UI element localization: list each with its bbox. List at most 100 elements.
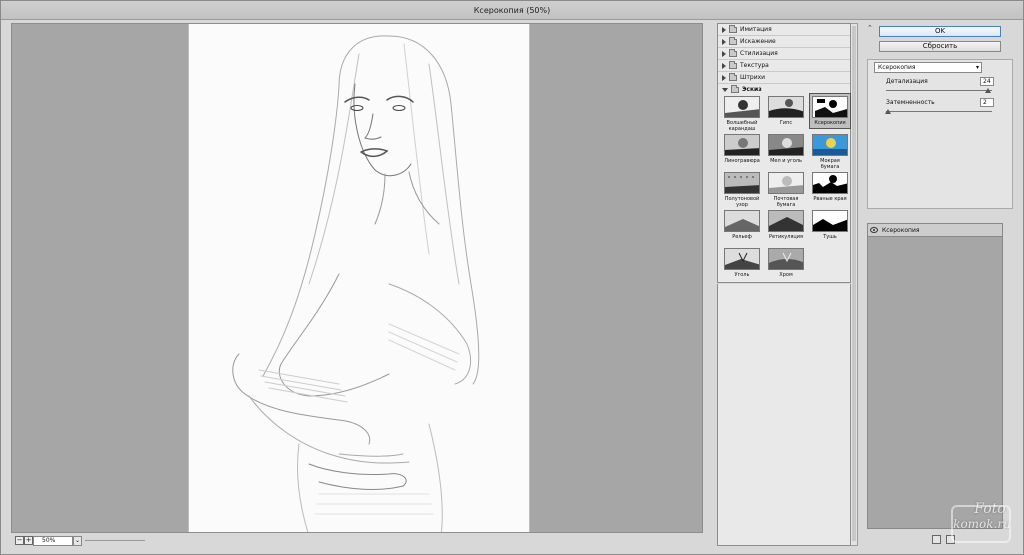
preview-canvas[interactable] — [188, 24, 530, 532]
filter-thumbnail[interactable]: Полутоновой узор — [722, 170, 762, 210]
filter-thumbnail[interactable]: Рваные края — [810, 170, 850, 204]
eye-icon[interactable] — [870, 227, 878, 233]
effect-layer-name: Ксерокопия — [882, 227, 920, 234]
filter-thumbnail-label: Тушь — [823, 234, 837, 240]
folder-icon — [729, 72, 737, 81]
filter-thumbnail-frame[interactable]: Волшебный карандаш — [722, 94, 762, 134]
filter-thumbnail-label: Мел и уголь — [770, 158, 802, 164]
darkness-label: Затемненность — [886, 99, 935, 106]
filter-preview-image — [768, 210, 804, 232]
zoom-out-button[interactable]: − — [15, 536, 24, 545]
collapse-arrow-icon — [722, 88, 728, 92]
filter-thumbnail-label: Мокрая бумага — [820, 158, 840, 170]
category-label: Текстура — [740, 61, 769, 69]
expand-arrow-icon — [722, 38, 726, 45]
filter-preview-image — [812, 172, 848, 194]
filter-thumbnail[interactable]: Гипс — [766, 94, 806, 128]
category-stylize[interactable]: Стилизация — [718, 48, 850, 60]
filter-thumbnail-frame[interactable]: Линогравюра — [722, 132, 762, 166]
scrollbar-thumb[interactable] — [852, 26, 856, 541]
filter-preview-image — [724, 248, 760, 270]
category-label: Стилизация — [740, 49, 778, 57]
zoom-field[interactable]: 50% — [33, 536, 73, 546]
filter-preview-image — [724, 210, 760, 232]
sketch-portrait — [232, 35, 480, 532]
filter-preview-image — [724, 172, 760, 194]
folder-icon — [729, 24, 737, 33]
filter-thumbnail-frame[interactable]: Уголь — [722, 246, 762, 280]
folder-icon — [729, 60, 737, 69]
filter-thumbnail[interactable]: Линогравюра — [722, 132, 762, 166]
filter-preview-image — [724, 134, 760, 156]
settings-panel: ⌃ OK Сбросить Ксерокопия ▾ Детализация 2… — [863, 23, 1013, 546]
filter-preview-image — [768, 248, 804, 270]
filter-thumbnail-frame[interactable]: Тушь — [810, 208, 850, 242]
reset-button[interactable]: Сбросить — [879, 41, 1001, 52]
effect-layer-row[interactable]: Ксерокопия — [868, 224, 1002, 237]
chevron-down-icon: ▾ — [975, 64, 979, 71]
expand-arrow-icon — [722, 50, 726, 57]
filter-thumbnail[interactable]: Тушь — [810, 208, 850, 242]
filter-select[interactable]: Ксерокопия ▾ — [874, 62, 982, 73]
collapse-panel-icon[interactable]: ⌃ — [867, 25, 873, 32]
new-layer-icon[interactable] — [932, 535, 941, 544]
category-texture[interactable]: Текстура — [718, 60, 850, 72]
filter-thumbnail[interactable]: Хром — [766, 246, 806, 280]
category-label: Имитация — [740, 25, 772, 33]
preview-statusbar: − + 50% ⌄ — [11, 535, 703, 547]
filter-thumbnail[interactable]: Ксерокопия — [809, 93, 851, 129]
ok-button[interactable]: OK — [879, 26, 1001, 37]
filter-thumbnail[interactable]: Почтовая бумага — [766, 170, 806, 210]
filter-preview-image — [812, 134, 848, 156]
filter-thumbnail-label: Гипс — [779, 120, 793, 126]
filter-preview-image — [768, 172, 804, 194]
filter-preview-image — [768, 134, 804, 156]
category-strokes[interactable]: Штрихи — [718, 72, 850, 84]
detail-label: Детализация — [886, 78, 928, 85]
filter-thumbnail-frame[interactable]: Рельеф — [722, 208, 762, 242]
filter-thumbnail[interactable]: Ретикуляция — [766, 208, 806, 242]
folder-icon — [729, 48, 737, 57]
folder-icon — [729, 36, 737, 45]
detail-input[interactable]: 24 — [980, 77, 994, 86]
filter-preview-image — [812, 96, 848, 118]
expand-arrow-icon — [722, 62, 726, 69]
camera-icon — [951, 505, 1011, 543]
filter-preview-image — [724, 96, 760, 118]
filter-thumbnail[interactable]: Волшебный карандаш — [722, 94, 762, 134]
window-title: Ксерокопия (50%) — [1, 1, 1023, 20]
filter-thumbnail-frame[interactable]: Мел и уголь — [766, 132, 806, 166]
filter-thumbnail-frame[interactable]: Гипс — [766, 94, 806, 128]
zoom-dropdown-button[interactable]: ⌄ — [73, 536, 82, 546]
filter-thumbnail-label: Хром — [779, 272, 793, 278]
filter-thumbnail-label: Почтовая бумага — [773, 196, 799, 208]
filter-gallery-window: Ксерокопия (50%) − + 50% ⌄ Имитация Иска… — [0, 0, 1024, 555]
filter-thumbnail[interactable]: Уголь — [722, 246, 762, 280]
filter-thumbnail-frame[interactable]: Рваные края — [810, 170, 850, 204]
darkness-input[interactable]: 2 — [980, 98, 994, 107]
preview-area[interactable] — [11, 23, 703, 533]
zoom-in-button[interactable]: + — [24, 536, 33, 545]
darkness-slider-knob[interactable] — [885, 109, 892, 114]
filter-thumbnail-label: Рельеф — [732, 234, 752, 240]
filter-thumbnail-frame[interactable]: Полутоновой узор — [722, 170, 762, 210]
filter-thumbnail-frame[interactable]: Ксерокопия — [809, 93, 851, 129]
darkness-slider[interactable] — [885, 109, 992, 114]
filter-select-value: Ксерокопия — [878, 64, 916, 71]
filter-thumbnail[interactable]: Рельеф — [722, 208, 762, 242]
filter-preview-image — [768, 96, 804, 118]
gallery-scrollbar[interactable] — [851, 23, 858, 546]
filter-thumbnail[interactable]: Мокрая бумага — [810, 132, 850, 172]
folder-open-icon — [731, 85, 739, 93]
filter-thumbnail-frame[interactable]: Ретикуляция — [766, 208, 806, 242]
detail-slider[interactable] — [886, 88, 992, 93]
filter-thumbnail-frame[interactable]: Хром — [766, 246, 806, 280]
filter-thumbnail[interactable]: Мел и уголь — [766, 132, 806, 166]
filter-thumbnail-frame[interactable]: Почтовая бумага — [766, 170, 806, 210]
detail-slider-knob[interactable] — [984, 88, 991, 93]
expand-arrow-icon — [722, 26, 726, 33]
filter-thumbnail-label: Полутоновой узор — [724, 196, 760, 208]
filter-thumbnail-frame[interactable]: Мокрая бумага — [810, 132, 850, 172]
category-distort[interactable]: Искажение — [718, 36, 850, 48]
category-imitation[interactable]: Имитация — [718, 24, 850, 36]
